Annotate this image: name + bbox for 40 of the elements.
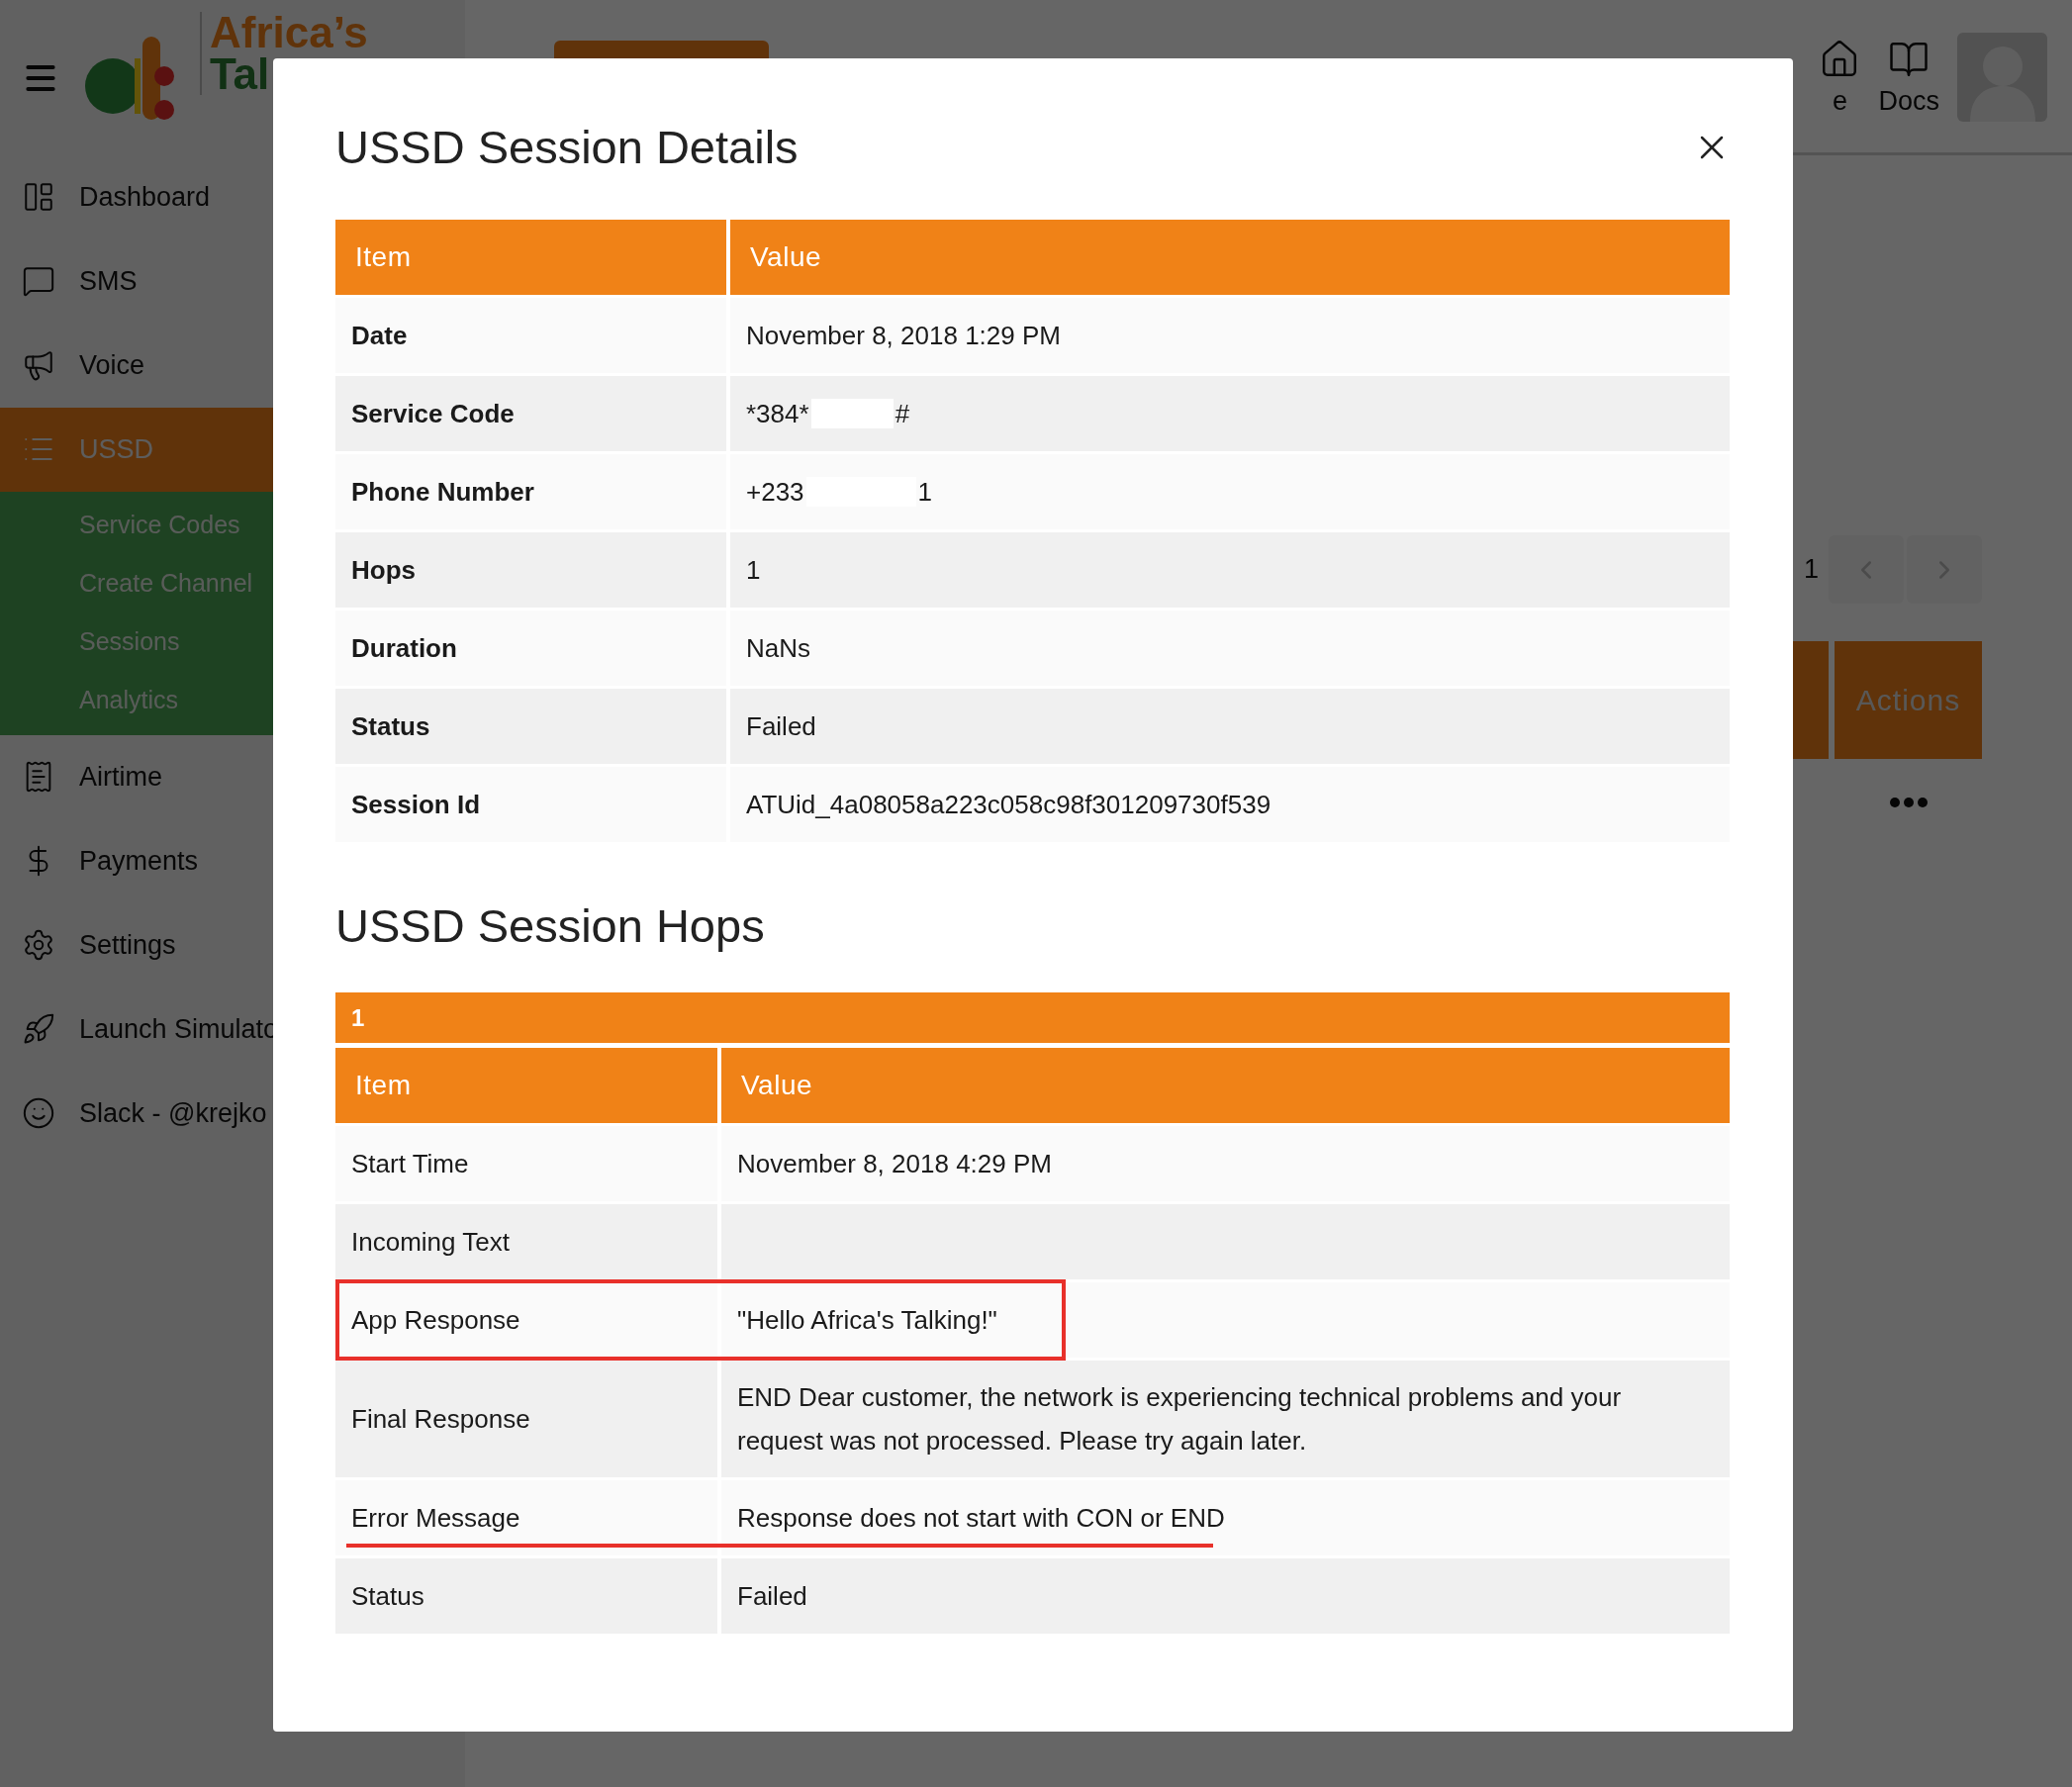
- top-nav-link[interactable]: Docs: [1878, 38, 1939, 117]
- logo-text: Tal: [210, 53, 271, 95]
- table-header-cell: Item: [335, 1048, 717, 1123]
- page-count: 1: [1803, 554, 1819, 585]
- cell-text: 1: [746, 554, 761, 587]
- cell-text: 1: [917, 476, 933, 509]
- table-cell: Session Id: [335, 767, 726, 842]
- table-header-cell: Value: [730, 220, 1730, 295]
- table-cell: Start Time: [335, 1126, 717, 1201]
- cell-text: Failed: [746, 710, 816, 743]
- table-cell: Error Message: [335, 1480, 717, 1555]
- cell-text: *384*: [746, 398, 809, 430]
- table-cell: Failed: [721, 1558, 1730, 1634]
- logo-mark-icon: [83, 36, 176, 120]
- cell-text: #: [895, 398, 910, 430]
- table-cell: Incoming Text: [335, 1204, 717, 1279]
- table-cell: Response does not start with CON or END: [721, 1480, 1730, 1555]
- cell-text: NaNs: [746, 632, 810, 665]
- table-header-cell: Actions: [1835, 641, 1982, 759]
- table-cell: Status: [335, 1558, 717, 1634]
- table-cell: November 8, 2018 4:29 PM: [721, 1126, 1730, 1201]
- table-cell: Final Response: [335, 1361, 717, 1477]
- more-icon[interactable]: [1888, 797, 1929, 808]
- table-cell: Status: [335, 689, 726, 764]
- table-header-cell: Value: [721, 1048, 1730, 1123]
- table-cell: Duration: [335, 611, 726, 686]
- cell-text: ATUid_4a08058a223c058c98f301209730f539: [746, 789, 1271, 821]
- hop-number: 1: [335, 992, 1730, 1043]
- table-cell: Hops: [335, 532, 726, 608]
- table-cell: Phone Number: [335, 454, 726, 529]
- modal-title: USSD Session Details: [335, 120, 799, 175]
- table-cell: END Dear customer, the network is experiencing technical problems and your request was not processed. Please try again later.: [721, 1361, 1730, 1477]
- logo-text: Africa’s: [210, 12, 368, 53]
- table-cell: "Hello Africa's Talking!": [721, 1282, 1730, 1358]
- table-header-cell: Item: [335, 220, 726, 295]
- top-nav-link[interactable]: e: [1819, 38, 1861, 117]
- cell-text: November 8, 2018 1:29 PM: [746, 320, 1061, 352]
- table-cell: Date: [335, 298, 726, 373]
- cell-text: +233: [746, 476, 804, 509]
- table-cell: Service Code: [335, 376, 726, 451]
